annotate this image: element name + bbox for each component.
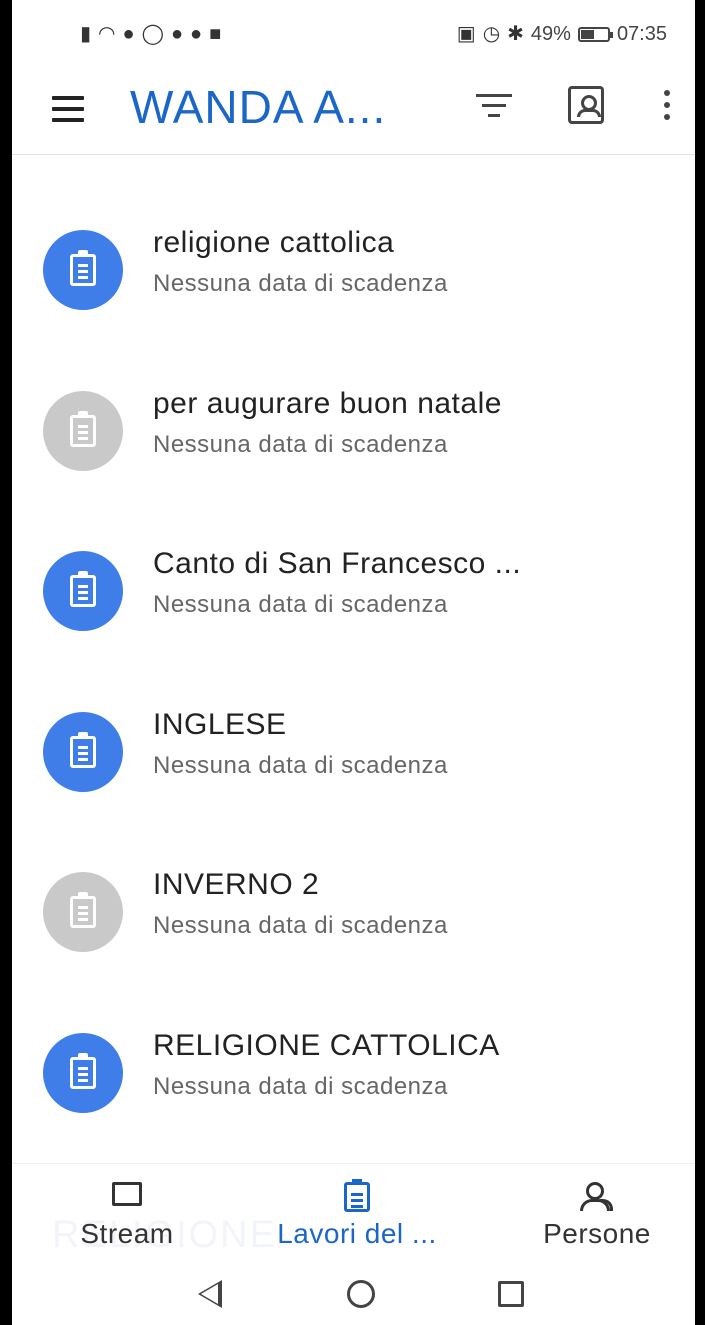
assignment-due: Nessuna data di scadenza [153,1072,448,1100]
assignment-title: INGLESE [153,707,287,741]
back-icon[interactable] [198,1280,222,1308]
assignment-due: Nessuna data di scadenza [153,270,448,297]
battery-icon [577,26,613,42]
menu-icon[interactable] [52,96,84,122]
app-icon: ● [122,23,135,45]
assignment-due: Nessuna data di scadenza [153,591,448,618]
stream-icon [112,1182,142,1206]
bottom-nav: RELIGIONE Stream Lavori del ... Persone [12,1163,695,1269]
assignment-due: Nessuna data di scadenza [153,430,448,458]
status-time: 07:35 [616,22,667,45]
list-item[interactable]: RELIGIONE CATTOLICA Nessuna data di scade… [12,993,695,1154]
more-vert-icon[interactable] [664,90,672,130]
system-nav-bar [12,1268,695,1325]
assignment-title: INVERNO 2 [153,868,320,901]
assignment-icon [43,872,123,952]
nav-lavori[interactable]: Lavori del ... [242,1164,472,1269]
list-item[interactable]: INVERNO 2 Nessuna data di scadenza [12,832,695,993]
video-icon: ■ [209,23,222,45]
status-left: ▮ ◠ ● ◯ ● ● ■ [80,24,221,44]
app-bar: WANDA A... [12,68,695,155]
assignment-title: Canto di San Francesco ... [153,547,522,580]
assignment-title: per augurare buon natale [153,386,502,420]
status-right: ▣ ◷ ✱ 49% 07:35 [457,23,667,46]
list-item[interactable]: Canto di San Francesco ... Nessuna data d… [12,511,695,672]
list-item[interactable]: INGLESE Nessuna data di scadenza [12,672,695,833]
assignment-icon [43,711,123,792]
facebook-icon: ● [170,23,184,45]
assignment-title: religione cattolica [153,226,395,259]
list-item[interactable]: religione cattolica Nessuna data di scade… [12,190,695,351]
assignment-title: RELIGIONE CATTOLICA [153,1028,500,1062]
assignment-icon [43,390,123,471]
assignment-icon [43,551,123,631]
battery-fill [580,29,594,39]
wifi-icon: ◠ [98,23,116,45]
people-icon [580,1182,614,1211]
list-item[interactable]: per augurare buon natale Nessuna data di … [12,351,695,512]
assignment-due: Nessuna data di scadenza [153,912,448,939]
facebook-icon-2: ● [190,23,203,45]
nav-stream[interactable]: Stream [52,1164,202,1269]
assignment-icon [43,1032,123,1113]
home-icon[interactable] [347,1280,375,1308]
nav-persone-label: Persone [543,1218,651,1249]
your-work-icon[interactable] [568,86,604,124]
whatsapp-icon: ◯ [141,23,164,45]
status-bar: ▮ ◠ ● ◯ ● ● ■ ▣ ◷ ✱ 49% 07:35 [12,0,695,68]
nav-persone[interactable]: Persone [522,1164,672,1269]
assignment-icon [43,230,123,310]
nav-stream-label: Stream [80,1218,174,1249]
alarm-icon: ◷ [482,23,501,45]
signal-icon: ▮ [80,23,92,45]
page-title: WANDA A... [130,81,387,133]
recents-icon[interactable] [498,1281,524,1307]
battery-percent: 49% [530,22,571,45]
nfc-icon: ▣ [456,23,476,45]
nav-lavori-label: Lavori del ... [277,1218,437,1249]
phone-screen: ▮ ◠ ● ◯ ● ● ■ ▣ ◷ ✱ 49% 07:35 WANDA A...… [12,0,695,1325]
bluetooth-icon: ✱ [507,23,524,45]
assignment-icon [344,1179,370,1212]
filter-icon[interactable] [476,94,512,124]
assignment-due: Nessuna data di scadenza [153,751,448,779]
assignment-list: religione cattolica Nessuna data di scade… [12,190,695,1153]
